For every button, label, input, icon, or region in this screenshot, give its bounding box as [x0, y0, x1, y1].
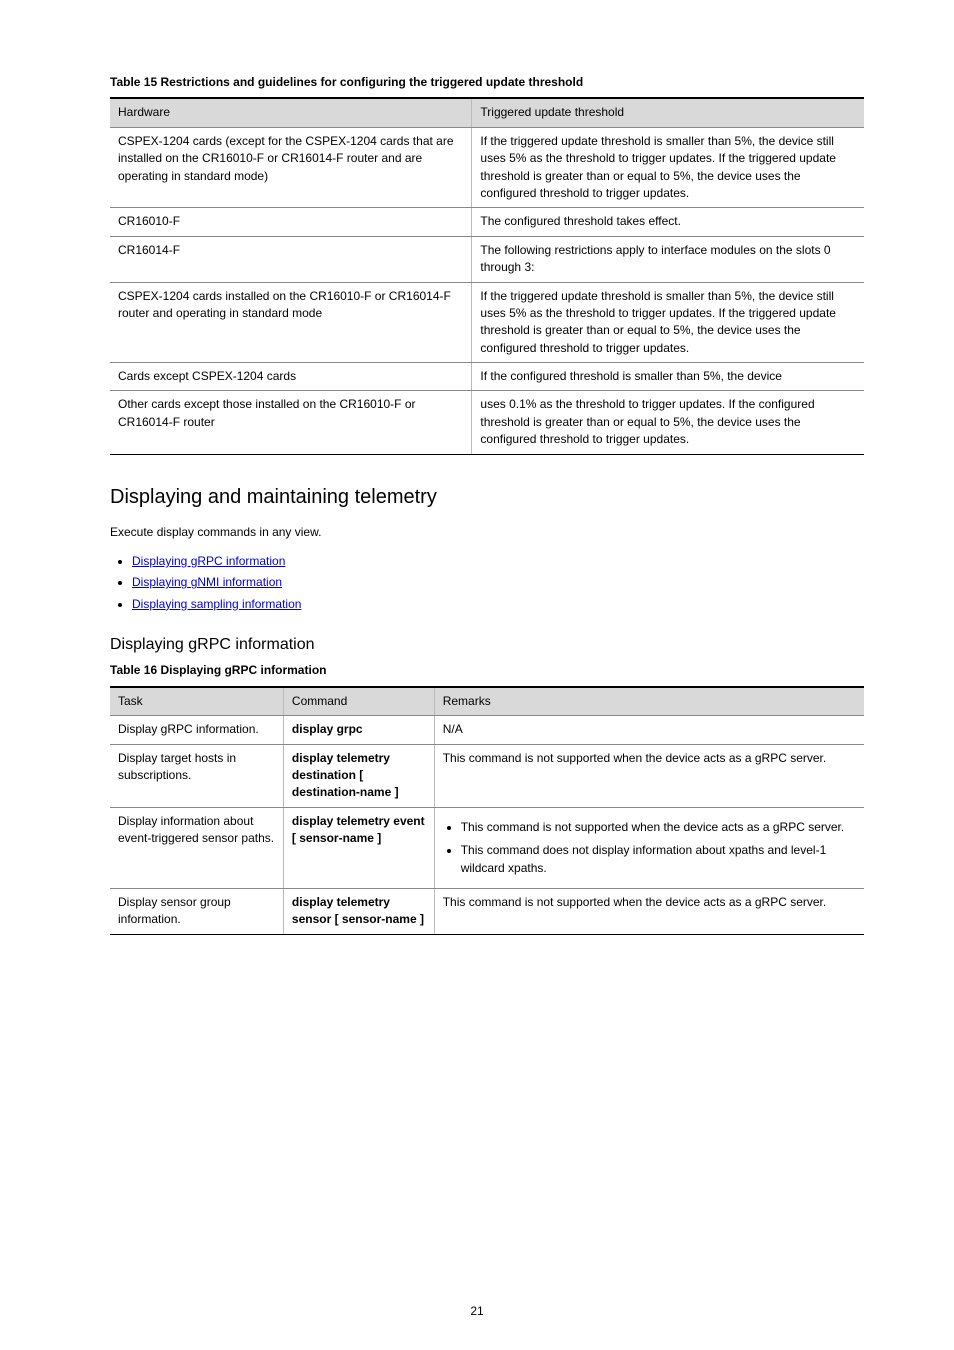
link-gnmi-info[interactable]: Displaying gNMI information — [132, 575, 282, 589]
subsection-title: Displaying gRPC information — [110, 633, 864, 656]
table2-row: Display gRPC information. display grpc N… — [110, 716, 864, 744]
table1-cell: CSPEX-1204 cards installed on the CR1601… — [110, 282, 472, 363]
table1-row: CSPEX-1204 cards (except for the CSPEX-1… — [110, 127, 864, 208]
table2-task: Display gRPC information. — [110, 716, 283, 744]
table1-cell: CSPEX-1204 cards (except for the CSPEX-1… — [110, 127, 472, 208]
table1-row: CR16014-F The following restrictions app… — [110, 236, 864, 282]
restrictions-table: Hardware Triggered update threshold CSPE… — [110, 97, 864, 454]
table2-remarks: This command is not supported when the d… — [434, 888, 864, 934]
table2-task: Display sensor group information. — [110, 888, 283, 934]
section-links: Displaying gRPC information Displaying g… — [132, 553, 864, 613]
table1-row: CSPEX-1204 cards installed on the CR1601… — [110, 282, 864, 363]
table1-head-hardware: Hardware — [110, 98, 472, 127]
table1-cell: Cards except CSPEX-1204 cards — [110, 363, 472, 391]
table2-row: Display sensor group information. displa… — [110, 888, 864, 934]
table1-row: Other cards except those installed on th… — [110, 391, 864, 454]
table2-head-task: Task — [110, 687, 283, 716]
table1-cell: CR16014-F — [110, 236, 472, 282]
section-intro: Execute display commands in any view. — [110, 524, 864, 541]
table2-cmd: display grpc — [283, 716, 434, 744]
table2-remarks: This command is not supported when the d… — [434, 807, 864, 888]
table1-head-threshold: Triggered update threshold — [472, 98, 864, 127]
table1-cell: The configured threshold takes effect. — [472, 208, 864, 236]
table1-cell: The following restrictions apply to inte… — [472, 236, 864, 282]
table1-cell: If the triggered update threshold is sma… — [472, 127, 864, 208]
table1-row: Cards except CSPEX-1204 cards If the con… — [110, 363, 864, 391]
table2-caption: Table 16 Displaying gRPC information — [110, 662, 864, 679]
table2-task: Display information about event-triggere… — [110, 807, 283, 888]
table1-cell: If the configured threshold is smaller t… — [472, 363, 864, 391]
table1-cell: uses 0.1% as the threshold to trigger up… — [472, 391, 864, 454]
page-number: 21 — [0, 1303, 954, 1320]
table2-task: Display target hosts in subscriptions. — [110, 744, 283, 807]
table2-cmd: display telemetry event [ sensor-name ] — [283, 807, 434, 888]
table2-row: Display information about event-triggere… — [110, 807, 864, 888]
table1-cell: CR16010-F — [110, 208, 472, 236]
link-grpc-info[interactable]: Displaying gRPC information — [132, 554, 285, 568]
section-title: Displaying and maintaining telemetry — [110, 483, 864, 512]
table2-cmd: display telemetry destination [ destinat… — [283, 744, 434, 807]
table2-row: Display target hosts in subscriptions. d… — [110, 744, 864, 807]
table1-row: CR16010-F The configured threshold takes… — [110, 208, 864, 236]
table2-head-remarks: Remarks — [434, 687, 864, 716]
table2-remarks: This command is not supported when the d… — [434, 744, 864, 807]
table2-remark-item: This command does not display informatio… — [461, 842, 856, 877]
table1-cell: Other cards except those installed on th… — [110, 391, 472, 454]
link-sampling-info[interactable]: Displaying sampling information — [132, 597, 301, 611]
table2-head-command: Command — [283, 687, 434, 716]
table2-cmd: display telemetry sensor [ sensor-name ] — [283, 888, 434, 934]
table2-remark-item: This command is not supported when the d… — [461, 819, 856, 836]
grpc-info-table: Task Command Remarks Display gRPC inform… — [110, 686, 864, 935]
table1-cell: If the triggered update threshold is sma… — [472, 282, 864, 363]
table2-remarks: N/A — [434, 716, 864, 744]
table1-caption: Table 15 Restrictions and guidelines for… — [110, 74, 864, 91]
